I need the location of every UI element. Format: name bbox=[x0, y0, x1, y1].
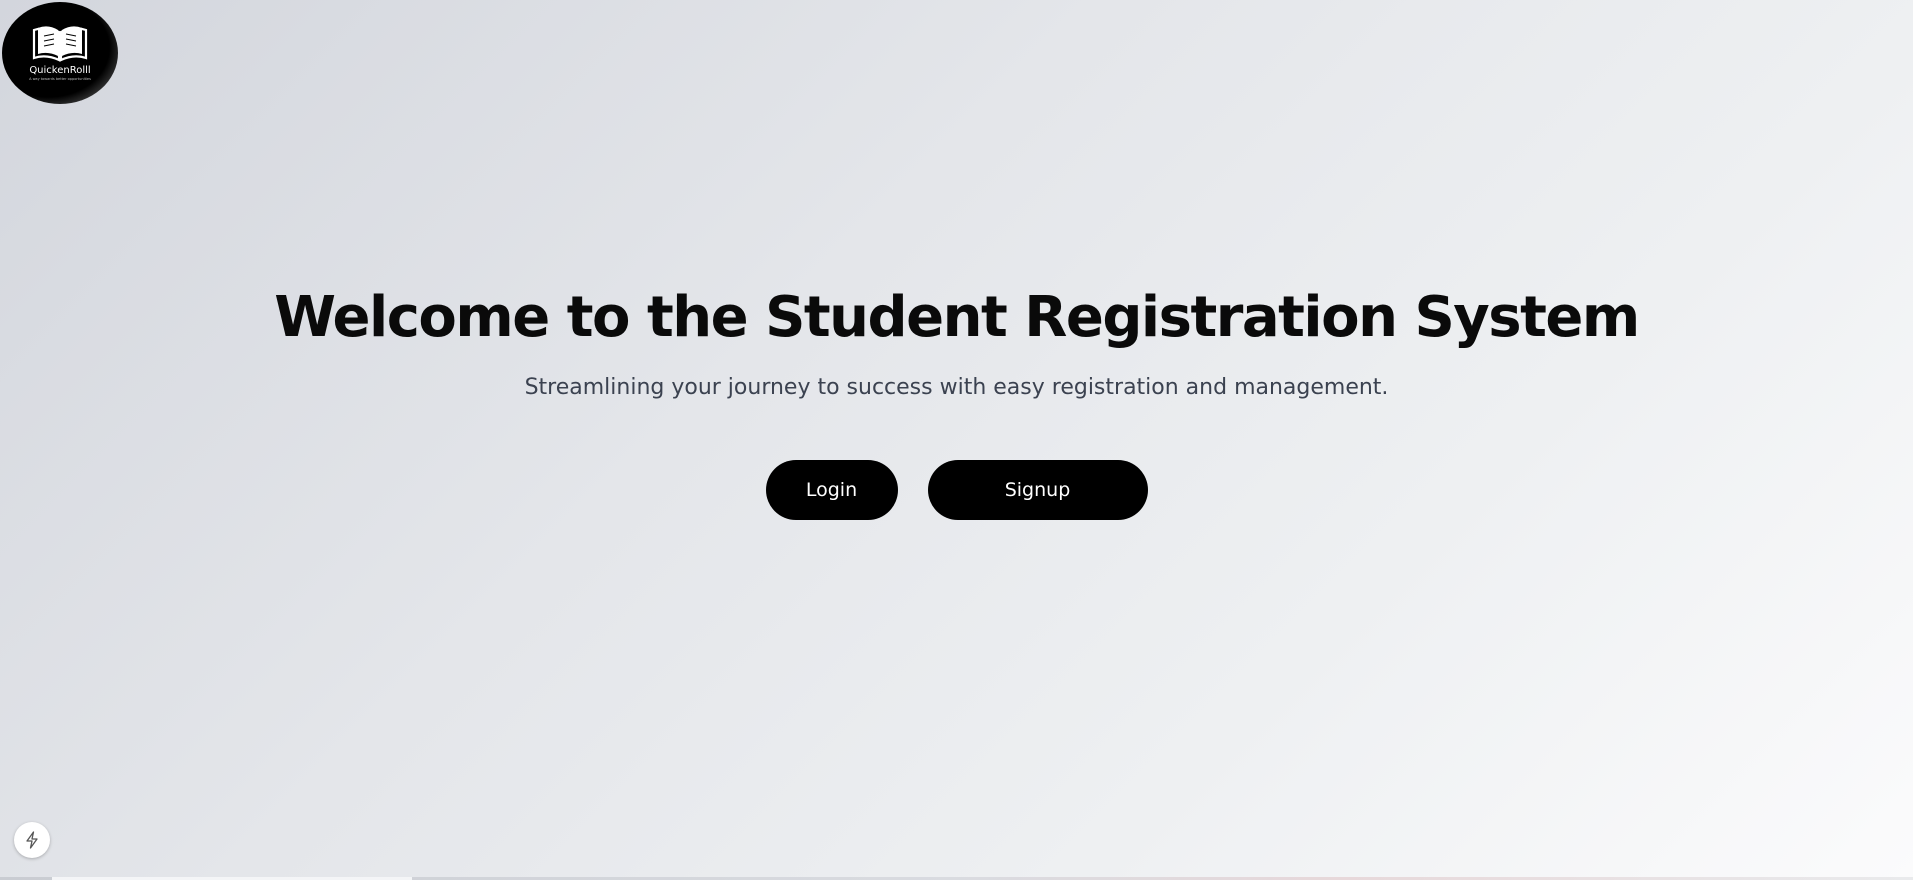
signup-button[interactable]: Signup bbox=[927, 460, 1148, 520]
auth-actions: Login Signup bbox=[0, 460, 1913, 520]
brand-name: QuickenRolll bbox=[29, 64, 91, 76]
open-book-icon bbox=[32, 25, 88, 62]
brand-logo[interactable]: QuickenRolll A way towards better opport… bbox=[2, 2, 118, 104]
hero-section: Welcome to the Student Registration Syst… bbox=[0, 280, 1913, 404]
page-title: Welcome to the Student Registration Syst… bbox=[274, 285, 1640, 350]
page-subtitle: Streamlining your journey to success wit… bbox=[524, 375, 1389, 400]
lightning-icon bbox=[26, 831, 38, 849]
login-button[interactable]: Login bbox=[765, 460, 898, 520]
brand-tagline: A way towards better opportunities bbox=[29, 76, 91, 81]
dev-tools-badge[interactable] bbox=[14, 822, 50, 858]
